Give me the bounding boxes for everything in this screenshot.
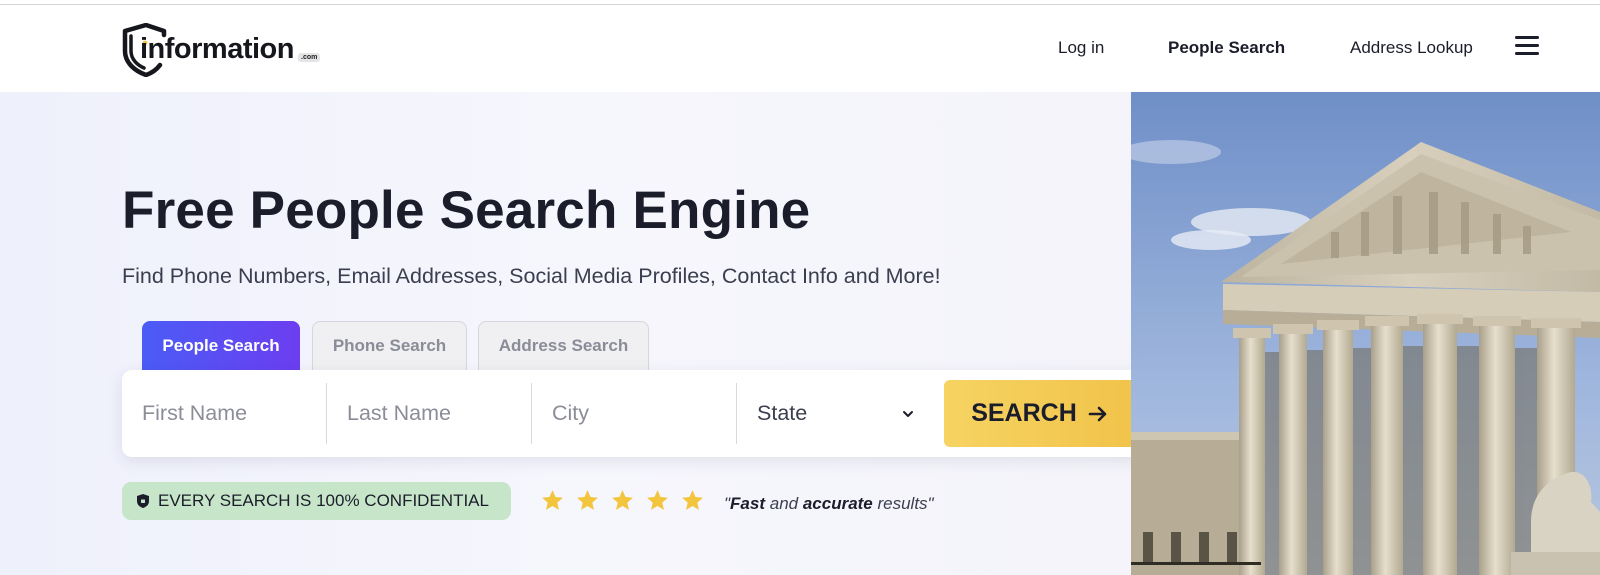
nav-people-search-link[interactable]: People Search	[1168, 38, 1285, 58]
star-icon	[542, 490, 563, 510]
search-form: State SEARCH	[122, 370, 1148, 457]
hero-section: Free People Search Engine Find Phone Num…	[0, 92, 1148, 575]
nav-login-link[interactable]: Log in	[1058, 38, 1104, 58]
hero-image-courthouse	[1131, 92, 1600, 575]
confidential-badge-text: EVERY SEARCH IS 100% CONFIDENTIAL	[158, 491, 489, 510]
confidential-badge: EVERY SEARCH IS 100% CONFIDENTIAL	[122, 482, 511, 520]
page-title: Free People Search Engine	[122, 181, 811, 240]
search-button[interactable]: SEARCH	[944, 380, 1136, 447]
chevron-down-icon	[903, 410, 913, 417]
review-word-fast: Fast	[730, 494, 766, 513]
last-name-input[interactable]	[347, 401, 531, 426]
star-icon	[577, 490, 598, 510]
search-button-label: SEARCH	[971, 399, 1077, 427]
hero-subtitle: Find Phone Numbers, Email Addresses, Soc…	[122, 264, 941, 288]
state-select-value: State	[757, 401, 808, 425]
city-field-wrap	[532, 383, 737, 444]
star-icon	[647, 490, 668, 510]
last-name-field-wrap	[327, 383, 532, 444]
main-nav: Log in People Search Address Lookup	[0, 38, 1600, 68]
arrow-right-icon	[1088, 406, 1107, 421]
review-quote: "Fast and accurate results"	[724, 494, 934, 513]
tab-phone-search[interactable]: Phone Search	[312, 321, 467, 370]
first-name-input[interactable]	[142, 401, 326, 426]
rating-stars	[540, 488, 705, 513]
site-header: information .com Log in People Search Ad…	[0, 5, 1600, 92]
star-icon	[612, 490, 633, 510]
city-input[interactable]	[552, 401, 736, 426]
tab-address-search[interactable]: Address Search	[478, 321, 649, 370]
first-name-field-wrap	[122, 383, 327, 444]
review-word-accurate: accurate	[802, 494, 873, 513]
state-select[interactable]: State	[737, 383, 927, 444]
hamburger-menu-icon[interactable]	[1515, 36, 1541, 56]
star-icon	[682, 490, 703, 510]
nav-address-lookup-link[interactable]: Address Lookup	[1350, 38, 1473, 58]
shield-lock-icon	[137, 494, 149, 508]
tab-people-search[interactable]: People Search	[142, 321, 300, 370]
